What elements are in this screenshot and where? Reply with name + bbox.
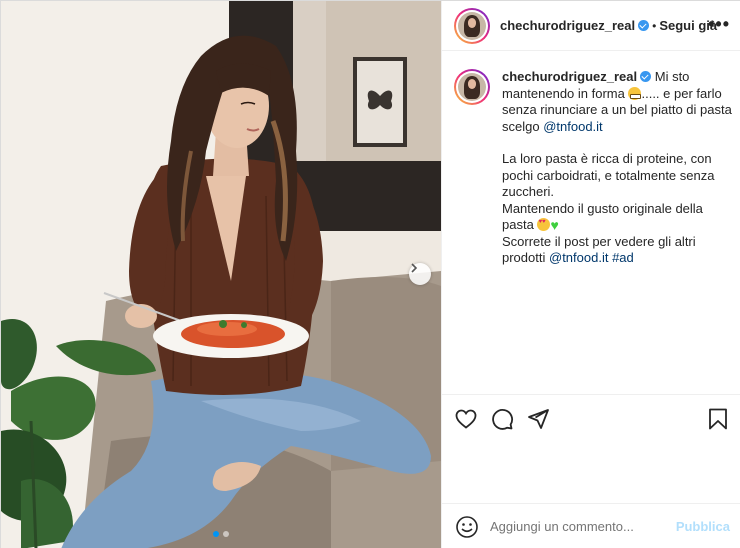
carousel-dot-active — [213, 531, 219, 537]
action-bar — [442, 394, 740, 442]
carousel-indicator — [1, 531, 441, 537]
save-button[interactable] — [702, 403, 734, 435]
comment-bar: Pubblica — [442, 503, 740, 548]
avatar-image — [458, 11, 486, 40]
header-separator: • — [652, 18, 657, 33]
heart-eyes-icon — [537, 218, 551, 231]
caption-mention-tnfood-2[interactable]: @tnfood.it — [549, 250, 608, 265]
smiley-icon — [456, 515, 478, 538]
grimacing-face-icon — [628, 86, 642, 100]
carousel-dot — [223, 531, 229, 537]
more-options-button[interactable]: ••• — [708, 15, 730, 33]
post-photo[interactable] — [1, 1, 441, 548]
bookmark-icon — [709, 408, 727, 429]
carousel-next-button[interactable] — [409, 263, 431, 285]
caption-avatar-image — [458, 73, 486, 101]
like-button[interactable] — [450, 403, 482, 435]
caption-text: chechurodriguez_real Mi sto mantenendo i… — [502, 69, 734, 267]
comment-bubble-icon — [492, 408, 513, 430]
caption-username[interactable]: chechurodriguez_real — [502, 69, 637, 84]
verified-badge-icon — [638, 20, 650, 31]
post-sidebar: chechurodriguez_real • Segui già ••• che… — [441, 1, 740, 548]
post-header: chechurodriguez_real • Segui già ••• — [442, 1, 740, 51]
paper-plane-icon — [528, 408, 549, 429]
comment-button[interactable] — [486, 403, 518, 435]
photo-illustration — [1, 1, 441, 548]
publish-button[interactable]: Pubblica — [676, 519, 730, 534]
chevron-right-icon — [411, 263, 418, 273]
caption-paragraph-3: Mantenendo il gusto originale della past… — [502, 201, 734, 234]
caption-paragraph-3-text: Mantenendo il gusto originale della past… — [502, 200, 703, 233]
caption-avatar[interactable] — [454, 69, 490, 105]
caption-paragraph-4: Scorrete il post per vedere gli altri pr… — [502, 234, 734, 267]
avatar[interactable] — [454, 7, 490, 44]
heart-outline-icon — [455, 409, 477, 429]
caption-paragraph-2: La loro pasta è ricca di proteine, con p… — [502, 151, 715, 199]
caption-mention-tnfood[interactable]: @tnfood.it — [543, 119, 602, 134]
caption-block: chechurodriguez_real Mi sto mantenendo i… — [454, 69, 734, 267]
post-frame: chechurodriguez_real • Segui già ••• che… — [0, 0, 740, 548]
share-button[interactable] — [522, 403, 554, 435]
green-heart-icon: ♥ — [550, 217, 559, 233]
caption-verified-badge-icon — [640, 71, 652, 82]
caption-hashtag[interactable]: #ad — [612, 250, 634, 265]
header-username[interactable]: chechurodriguez_real — [500, 18, 635, 33]
comment-input[interactable] — [490, 519, 670, 534]
emoji-picker-button[interactable] — [454, 514, 480, 540]
